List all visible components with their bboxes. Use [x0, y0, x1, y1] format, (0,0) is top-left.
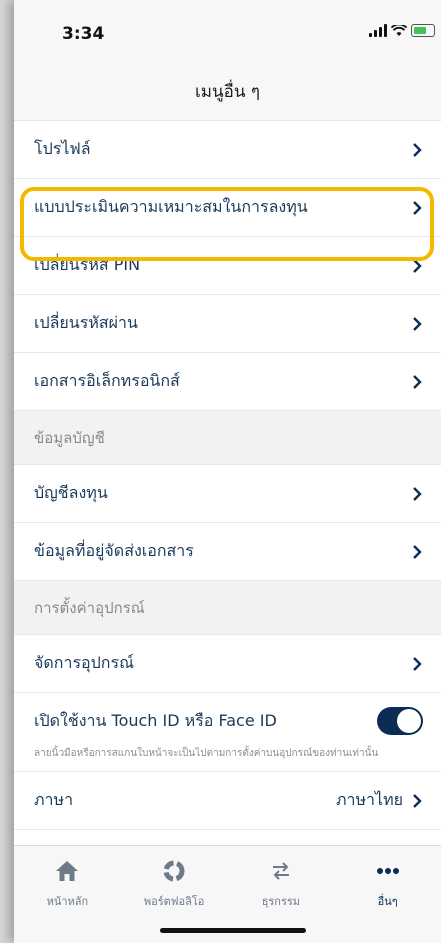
portfolio-icon: [162, 858, 186, 884]
transfer-icon: [269, 858, 293, 884]
tab-home[interactable]: หน้าหลัก: [14, 846, 121, 943]
status-bar: 3:34: [14, 0, 441, 62]
menu-item-investment-account[interactable]: บัญชีลงทุน: [14, 465, 441, 523]
language-label: ภาษา: [34, 790, 74, 809]
phone-screen: 3:34 เมนูอื่น ๆ โปรไฟล์ แบบประเมินความเห…: [14, 0, 441, 943]
menu-item-label: โปรไฟล์: [34, 139, 91, 158]
tab-label: พอร์ตฟอลิโอ: [143, 895, 205, 908]
menu-item-change-pin[interactable]: เปลี่ยนรหัส PIN: [14, 237, 441, 295]
menu-item-profile[interactable]: โปรไฟล์: [14, 121, 441, 179]
menu-item-manage-devices[interactable]: จัดการอุปกรณ์: [14, 635, 441, 693]
chevron-right-icon: [411, 486, 423, 502]
menu-item-mailing-address[interactable]: ข้อมูลที่อยู่จัดส่งเอกสาร: [14, 523, 441, 581]
touch-id-toggle[interactable]: [377, 707, 423, 735]
menu-item-label: บัญชีลงทุน: [34, 483, 108, 502]
menu-item-change-password[interactable]: เปลี่ยนรหัสผ่าน: [14, 295, 441, 353]
section-header-device: การตั้งค่าอุปกรณ์: [14, 581, 441, 635]
menu-item-label: เปลี่ยนรหัส PIN: [34, 255, 141, 274]
chevron-right-icon: [411, 374, 423, 390]
chevron-right-icon: [411, 142, 423, 158]
chevron-right-icon: [411, 656, 423, 672]
touch-id-label: เปิดใช้งาน Touch ID หรือ Face ID: [34, 710, 277, 730]
chevron-right-icon: [411, 316, 423, 332]
language-value: ภาษาไทย: [335, 790, 403, 809]
menu-item-label: ข้อมูลที่อยู่จัดส่งเอกสาร: [34, 541, 194, 560]
chevron-right-icon: [411, 793, 423, 809]
chevron-right-icon: [411, 258, 423, 274]
menu-item-label: แบบประเมินความเหมาะสมในการลงทุน: [34, 197, 308, 216]
menu-item-language[interactable]: ภาษา ภาษาไทย: [14, 772, 441, 830]
system-icons: [369, 24, 435, 37]
menu-item-label: เปลี่ยนรหัสผ่าน: [34, 313, 138, 332]
touch-id-setting: เปิดใช้งาน Touch ID หรือ Face ID ลายนิ้ว…: [14, 693, 441, 772]
chevron-right-icon: [411, 544, 423, 560]
menu-item-label: จัดการอุปกรณ์: [34, 653, 134, 672]
battery-icon: [411, 24, 435, 37]
touch-id-note: ลายนิ้วมือหรือการสแกนใบหน้าจะเป็นไปตามกา…: [34, 748, 379, 759]
signal-icon: [369, 24, 387, 37]
menu-item-label: เอกสารอิเล็กทรอนิกส์: [34, 371, 180, 390]
nav-bar: เมนูอื่น ๆ: [14, 62, 441, 121]
chevron-right-icon: [411, 200, 423, 216]
menu-item-e-documents[interactable]: เอกสารอิเล็กทรอนิกส์: [14, 353, 441, 411]
tab-more[interactable]: อื่นๆ: [334, 846, 441, 943]
wifi-icon: [391, 24, 407, 36]
more-icon: [376, 858, 400, 884]
section-header-account: ข้อมูลบัญชี: [14, 411, 441, 465]
page-title: เมนูอื่น ๆ: [194, 81, 260, 102]
tab-label: หน้าหลัก: [46, 895, 89, 908]
menu-item-suitability-test[interactable]: แบบประเมินความเหมาะสมในการลงทุน: [14, 179, 441, 237]
home-icon: [54, 858, 80, 884]
home-indicator: [160, 928, 306, 933]
tab-label: ธุรกรรม: [261, 895, 301, 908]
tab-label: อื่นๆ: [377, 895, 398, 908]
status-time: 3:34: [62, 24, 105, 44]
